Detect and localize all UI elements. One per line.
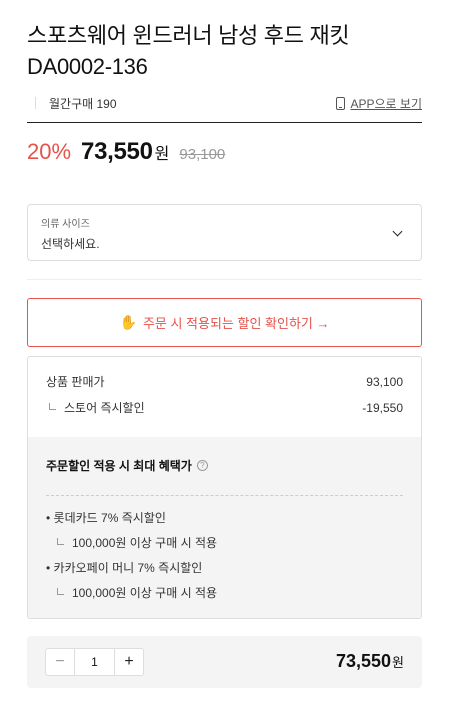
list-item: • 카카오페이 머니 7% 즉시할인 100,000원 이상 구매 시 적용	[46, 561, 403, 600]
product-title: 스포츠웨어 윈드러너 남성 후드 재킷 DA0002-136	[27, 23, 350, 79]
quantity-stepper: − 1 +	[45, 648, 144, 676]
product-meta-row: 월간구매 190 APP으로 보기	[27, 92, 422, 114]
discount-check-button[interactable]: ✋ 주문 시 적용되는 할인 확인하기 →	[27, 298, 422, 347]
total-price-value: 73,550	[335, 651, 392, 671]
order-bar: − 1 + 73,550 원	[27, 636, 422, 688]
app-view-link[interactable]: APP으로 보기	[336, 95, 422, 112]
card-benefit-name: • 롯데카드 7% 즉시할인	[46, 511, 166, 525]
sale-price-line: 상품 판매가 93,100	[46, 375, 403, 389]
phone-icon	[336, 96, 346, 110]
help-icon[interactable]: ?	[196, 460, 208, 471]
benefit-panel: 상품 판매가 93,100 스토어 즉시할인 -19,550 주문할인 적용 시…	[27, 356, 422, 619]
dashed-divider	[46, 495, 403, 496]
card-benefit-list: • 롯데카드 7% 즉시할인 100,000원 이상 구매 시 적용 • 카카오…	[46, 511, 403, 600]
sale-price-value: 93,100	[366, 375, 403, 389]
list-item: • 롯데카드 7% 즉시할인 100,000원 이상 구매 시 적용	[46, 511, 403, 550]
card-benefit-condition-row: 100,000원 이상 구매 시 적용	[46, 536, 403, 550]
currency-unit: 원	[154, 146, 170, 163]
app-view-label: APP으로 보기	[350, 96, 422, 111]
sub-item-icon	[57, 587, 64, 595]
sub-item-icon	[49, 402, 56, 410]
total-price: 73,550 원	[336, 651, 404, 672]
quantity-plus-button[interactable]: +	[115, 649, 143, 675]
max-benefit-section: 주문할인 적용 시 최대 혜택가 ? • 롯데카드 7% 즉시할인 100,00…	[28, 437, 421, 618]
sale-price-label: 상품 판매가	[46, 375, 105, 389]
total-price-unit: 원	[392, 655, 404, 670]
divider	[35, 97, 36, 109]
discount-rate: 20%	[27, 139, 72, 164]
card-benefit-condition-row: 100,000원 이상 구매 시 적용	[46, 586, 403, 600]
discount-check-label: 주문 시 적용되는 할인 확인하기 →	[142, 316, 330, 331]
store-discount-line: 스토어 즉시할인 -19,550	[46, 401, 403, 415]
store-discount-value: -19,550	[362, 401, 403, 415]
store-discount-label-wrap: 스토어 즉시할인	[46, 401, 145, 415]
max-benefit-label: 주문할인 적용 시 최대 혜택가	[46, 459, 192, 473]
monthly-purchases: 월간구매 190	[49, 96, 117, 111]
card-benefit-condition: 100,000원 이상 구매 시 적용	[72, 586, 218, 600]
size-option-select[interactable]: 의류 사이즈 선택하세요.	[27, 204, 422, 261]
divider	[27, 122, 422, 123]
original-price: 93,100	[179, 146, 226, 163]
quantity-minus-button[interactable]: −	[46, 649, 74, 675]
option-placeholder: 선택하세요.	[41, 237, 100, 251]
store-discount-label: 스토어 즉시할인	[64, 401, 145, 415]
quantity-value[interactable]: 1	[74, 649, 115, 675]
sale-price: 73,550	[81, 138, 153, 165]
card-benefit-condition: 100,000원 이상 구매 시 적용	[72, 536, 218, 550]
sub-item-icon	[57, 537, 64, 545]
option-label: 의류 사이즈	[41, 219, 90, 230]
price-row: 20% 73,550 원 93,100	[27, 138, 225, 172]
price-breakdown: 상품 판매가 93,100 스토어 즉시할인 -19,550	[28, 357, 421, 437]
card-benefit-name: • 카카오페이 머니 7% 즉시할인	[46, 561, 203, 575]
divider	[27, 279, 422, 280]
hand-icon: ✋	[119, 314, 137, 330]
max-benefit-title: 주문할인 적용 시 최대 혜택가 ?	[46, 457, 403, 474]
